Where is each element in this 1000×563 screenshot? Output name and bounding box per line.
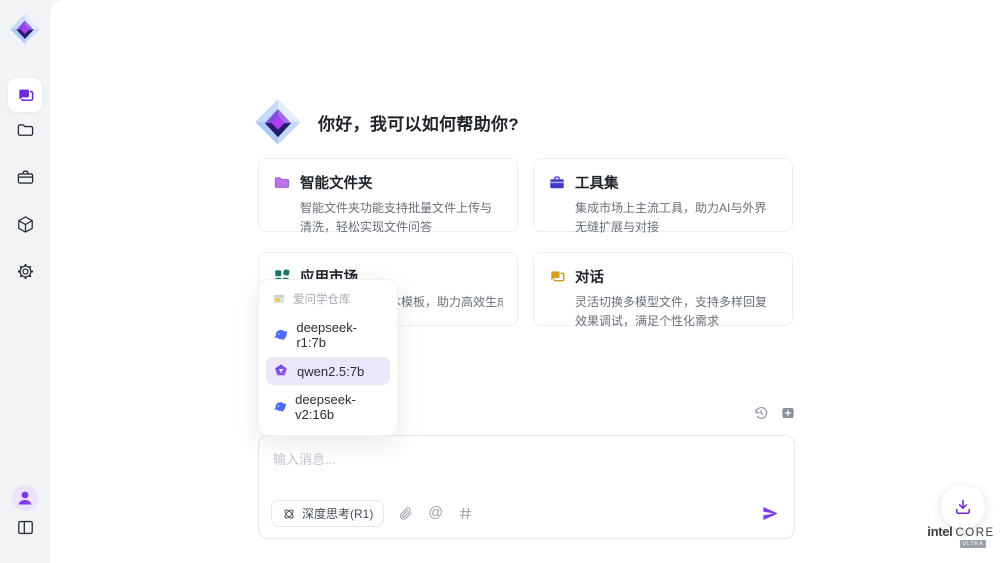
model-option-label: deepseek-r1:7b [296,320,383,350]
model-option-label: deepseek-v2:16b [295,392,383,422]
briefcase-filled-icon [548,174,566,192]
card-smart-folder[interactable]: 智能文件夹 智能文件夹功能支持批量文件上传与清洗，轻松实现文件问答 [258,158,518,232]
sidebar-item-toolbox[interactable] [8,160,42,194]
card-description: 智能文件夹功能支持批量文件上传与清洗，轻松实现文件问答 [300,199,503,236]
folder-filled-icon [273,174,291,192]
history-button[interactable] [752,404,769,421]
chat-bubbles-icon [548,268,566,286]
deepseek-whale-icon [273,327,288,343]
deep-think-label: 深度思考(R1) [302,505,373,522]
download-icon [953,497,973,517]
paperclip-icon [398,506,413,521]
model-dropdown: 爱问学仓库 deepseek-r1:7b qwen2.5:7b [258,279,398,436]
deep-think-toggle[interactable]: 深度思考(R1) [271,500,384,527]
qwen-icon [273,363,289,379]
attach-button[interactable] [398,506,413,521]
card-conversation[interactable]: 对话 灵活切换多模型文件，支持多样回复效果调试，满足个性化需求 [533,252,793,326]
hash-icon [458,506,473,521]
card-title: 工具集 [575,172,619,193]
ultra-badge: ULTRA [960,540,986,548]
greeting: 你好，我可以如何帮助你? [252,96,519,148]
card-description: 灵活切换多模型文件，支持多样回复效果调试，满足个性化需求 [575,293,778,330]
chat-icon [16,86,35,105]
card-toolset[interactable]: 工具集 集成市场上主流工具，助力AI与外界无缝扩展与对接 [533,158,793,232]
diamond-logo-icon [252,96,304,148]
prompt-library-button[interactable] [458,506,473,521]
card-title: 智能文件夹 [300,172,373,193]
model-option-label: qwen2.5:7b [297,364,364,379]
model-group-label: 爱问学仓库 [293,291,351,307]
app-logo [8,12,42,46]
greeting-title: 你好，我可以如何帮助你? [318,110,519,135]
sidebar-item-models[interactable] [8,207,42,241]
card-description: 集成市场上主流工具，助力AI与外界无缝扩展与对接 [575,199,778,236]
intel-core-logo: intel core ULTRA [926,524,996,548]
core-wordmark: core [956,527,995,539]
sidebar-item-settings[interactable] [8,254,42,288]
repo-icon [272,292,286,306]
composer-icons: @ [398,506,473,521]
model-option-deepseek-v2[interactable]: deepseek-v2:16b [266,386,390,428]
deepseek-whale-icon [273,399,287,415]
sidebar-item-chat[interactable] [8,78,42,112]
intel-wordmark: intel [927,524,952,539]
send-icon [761,504,780,523]
briefcase-icon [16,168,35,187]
app-window: 你好，我可以如何帮助你? 智能文件夹 智能文件夹功能支持批量文件上传与清洗，轻松… [0,0,1000,563]
download-button[interactable] [941,485,985,529]
folder-icon [16,121,35,140]
new-chat-icon [780,405,796,421]
atom-icon [282,507,296,521]
chat-toolbar [752,404,796,421]
sidebar [0,0,50,563]
cube-icon [16,215,35,234]
sidebar-panel-toggle[interactable] [8,510,42,544]
new-chat-button[interactable] [779,404,796,421]
composer-toolbar: 深度思考(R1) @ [271,500,780,527]
mention-button[interactable]: @ [428,506,443,521]
sidebar-item-folders[interactable] [8,113,42,147]
panel-icon [16,518,35,537]
history-icon [753,405,769,421]
user-icon [11,484,39,512]
model-option-deepseek-r1[interactable]: deepseek-r1:7b [266,314,390,356]
diamond-logo-icon [8,12,42,46]
message-input[interactable] [261,438,781,490]
message-composer: 深度思考(R1) @ [258,435,795,539]
model-option-qwen[interactable]: qwen2.5:7b [266,357,390,385]
send-button[interactable] [761,504,780,523]
card-title: 对话 [575,266,604,287]
model-group-header: 爱问学仓库 [266,287,390,313]
gear-icon [16,262,35,281]
